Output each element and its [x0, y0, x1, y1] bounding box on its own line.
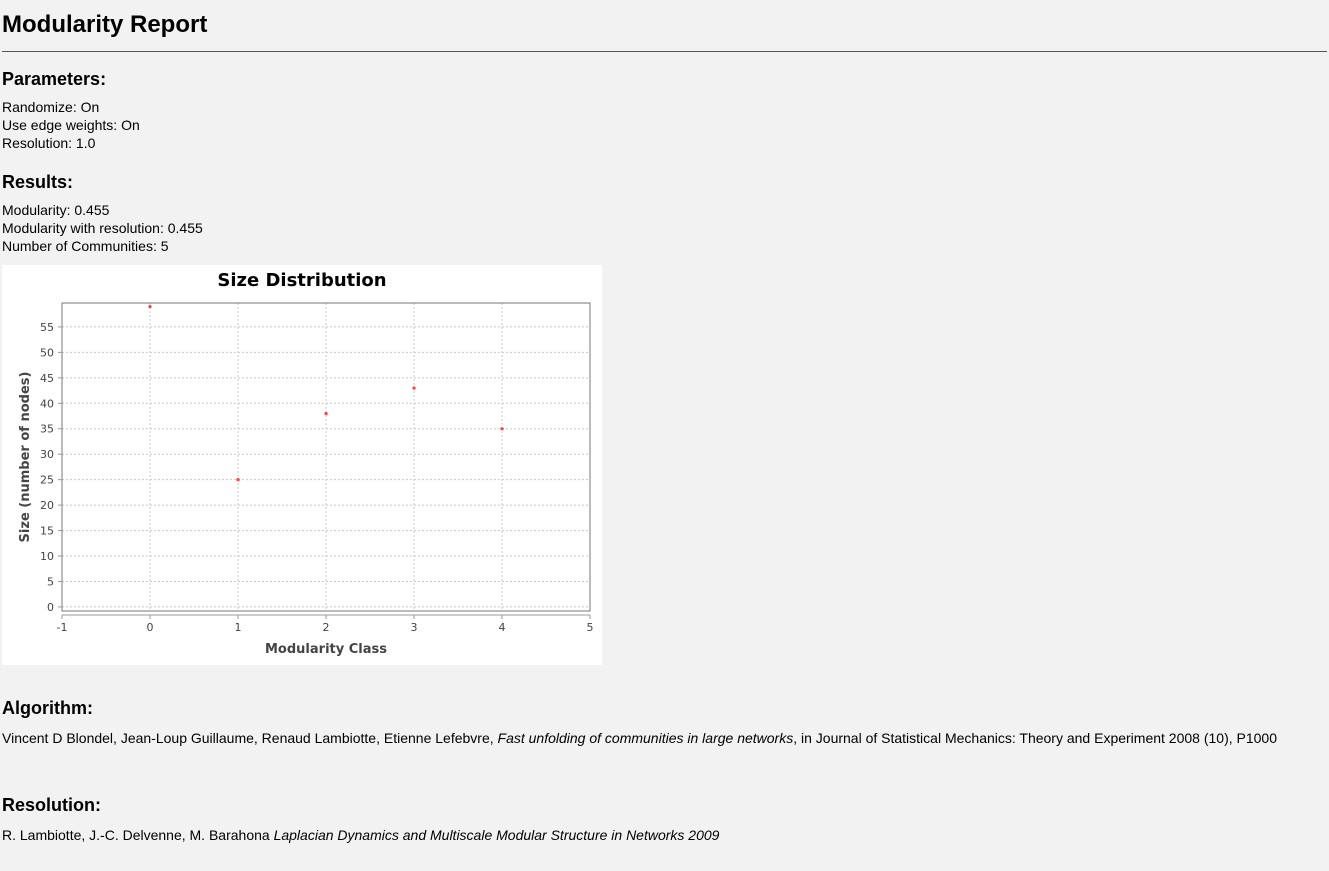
result-modularity-resolution: Modularity with resolution: 0.455 — [2, 220, 203, 236]
divider — [2, 51, 1327, 52]
algorithm-paper: Fast unfolding of communities in large n… — [497, 730, 794, 746]
y-tick-label: 5 — [47, 575, 54, 588]
x-tick-label: 4 — [499, 621, 506, 634]
result-communities: Number of Communities: 5 — [2, 238, 169, 254]
y-tick-label: 10 — [40, 550, 54, 563]
y-tick-label: 15 — [40, 525, 54, 538]
x-tick-label: -1 — [57, 621, 68, 634]
chart-title: Size Distribution — [217, 270, 386, 291]
y-tick-label: 40 — [40, 397, 54, 410]
y-tick-label: 50 — [40, 346, 54, 359]
data-point — [236, 478, 240, 482]
y-tick-label: 20 — [40, 499, 54, 512]
y-tick-label: 25 — [40, 474, 54, 487]
result-modularity: Modularity: 0.455 — [2, 202, 110, 218]
y-tick-label: 30 — [40, 448, 54, 461]
x-tick-label: 5 — [587, 621, 594, 634]
results-heading: Results: — [2, 172, 74, 192]
y-tick-label: 0 — [47, 601, 54, 614]
data-point — [412, 386, 416, 390]
parameters-list: Randomize: On Use edge weights: On Resol… — [2, 98, 1327, 152]
parameters-heading: Parameters: — [2, 69, 107, 89]
resolution-citation: R. Lambiotte, J.-C. Delvenne, M. Barahon… — [2, 826, 1327, 844]
algorithm-citation: Vincent D Blondel, Jean-Loup Guillaume, … — [2, 729, 1327, 747]
algorithm-authors: Vincent D Blondel, Jean-Loup Guillaume, … — [2, 730, 498, 746]
resolution-paper: Laplacian Dynamics and Multiscale Modula… — [273, 827, 720, 843]
x-axis-label: Modularity Class — [265, 642, 387, 657]
param-edge-weights: Use edge weights: On — [2, 117, 140, 133]
resolution-heading: Resolution: — [2, 795, 101, 815]
resolution-authors: R. Lambiotte, J.-C. Delvenne, M. Barahon… — [2, 827, 274, 843]
x-tick-label: 3 — [411, 621, 418, 634]
data-point — [148, 304, 152, 309]
x-tick-label: 1 — [235, 621, 242, 634]
y-tick-label: 35 — [40, 423, 54, 436]
size-distribution-chart: Size Distribution 0510152025303540455055… — [2, 265, 602, 665]
data-point — [324, 411, 328, 416]
x-tick-label: 0 — [147, 621, 154, 634]
algorithm-heading: Algorithm: — [2, 698, 93, 718]
page-title: Modularity Report — [2, 11, 208, 38]
param-randomize: Randomize: On — [2, 99, 100, 115]
x-tick-label: 2 — [323, 621, 330, 634]
param-resolution: Resolution: 1.0 — [2, 135, 96, 151]
y-tick-label: 45 — [40, 372, 54, 385]
results-list: Modularity: 0.455 Modularity with resolu… — [2, 201, 1327, 255]
y-axis-label: Size (number of nodes) — [18, 372, 33, 543]
data-point — [500, 427, 504, 431]
algorithm-journal: , in Journal of Statistical Mechanics: T… — [793, 730, 1277, 746]
y-tick-label: 55 — [40, 321, 54, 334]
